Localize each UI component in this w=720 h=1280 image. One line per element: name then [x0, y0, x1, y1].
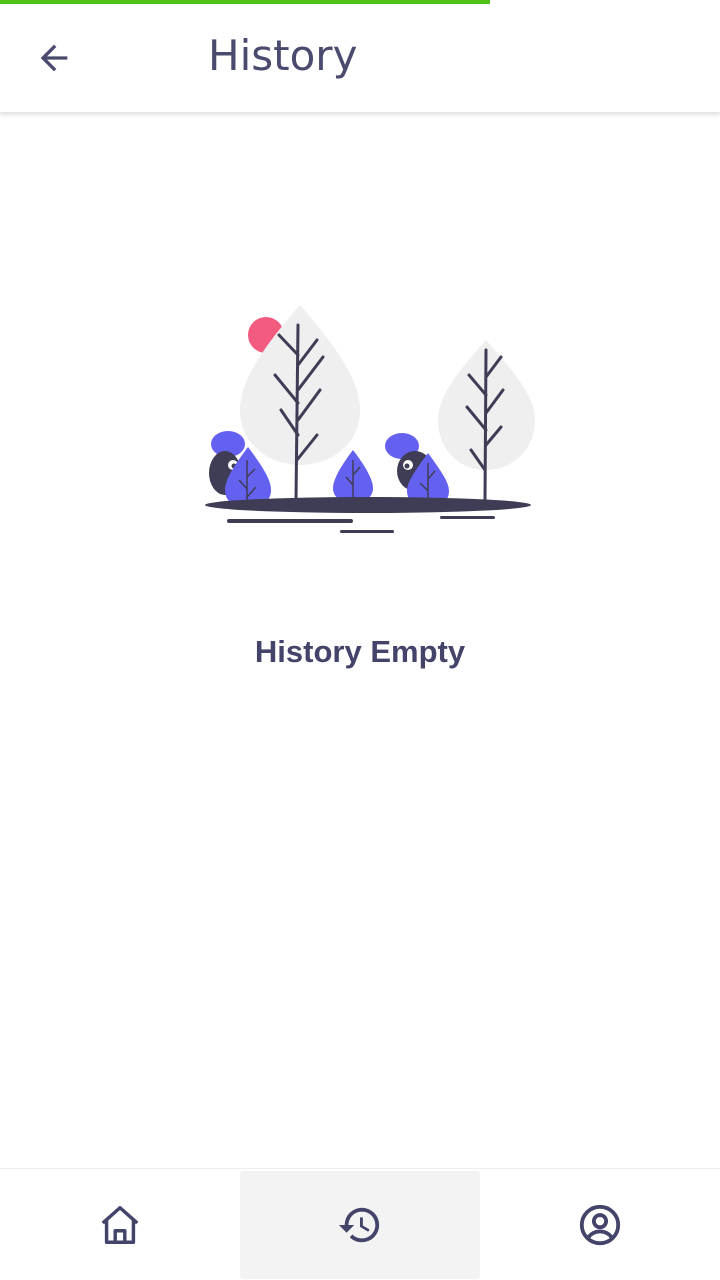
- loading-progress-bar: [0, 0, 490, 4]
- app-bar: History: [0, 0, 720, 113]
- empty-forest-illustration: [205, 305, 535, 533]
- empty-state-message: History Empty: [254, 634, 466, 669]
- history-screen: History History Empty: [0, 0, 720, 1280]
- account-circle-icon: [579, 1204, 621, 1246]
- home-icon: [101, 1206, 139, 1244]
- history-icon: [338, 1207, 380, 1243]
- bottom-navigation: [0, 1168, 720, 1280]
- arrow-left-icon: [40, 44, 68, 72]
- back-button[interactable]: [24, 28, 84, 88]
- nav-history-button[interactable]: [240, 1171, 480, 1279]
- nav-home-button[interactable]: [0, 1169, 240, 1280]
- page-title: History: [208, 31, 358, 80]
- nav-profile-button[interactable]: [480, 1169, 720, 1280]
